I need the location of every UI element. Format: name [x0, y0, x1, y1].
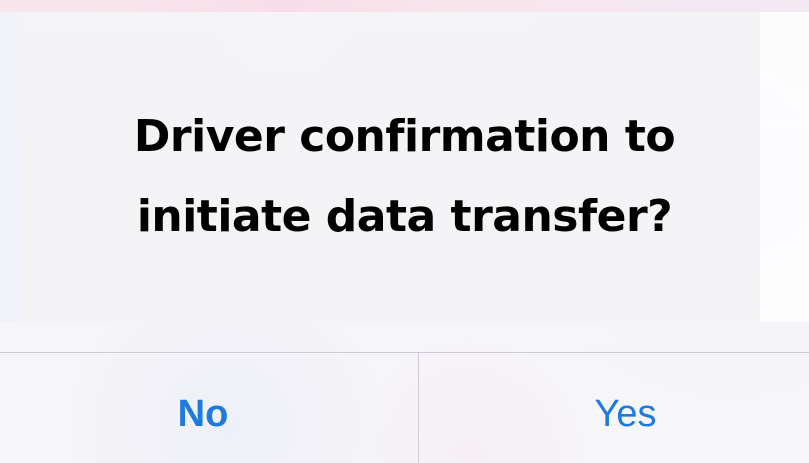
alert-screen: Driver confirmation to initiate data tra…	[0, 0, 809, 463]
dialog-message-line-2: initiate data transfer?	[136, 191, 673, 242]
confirmation-dialog: Driver confirmation to initiate data tra…	[0, 12, 809, 463]
dialog-button-row: No Yes	[0, 353, 809, 463]
dialog-message-line-1: Driver confirmation to	[133, 111, 676, 162]
no-button-label: No	[177, 392, 229, 435]
yes-button[interactable]: Yes	[418, 353, 809, 463]
no-button[interactable]: No	[0, 353, 418, 463]
dialog-message: Driver confirmation to initiate data tra…	[85, 97, 725, 257]
dialog-message-area: Driver confirmation to initiate data tra…	[0, 24, 809, 322]
yes-button-label: Yes	[594, 392, 657, 435]
